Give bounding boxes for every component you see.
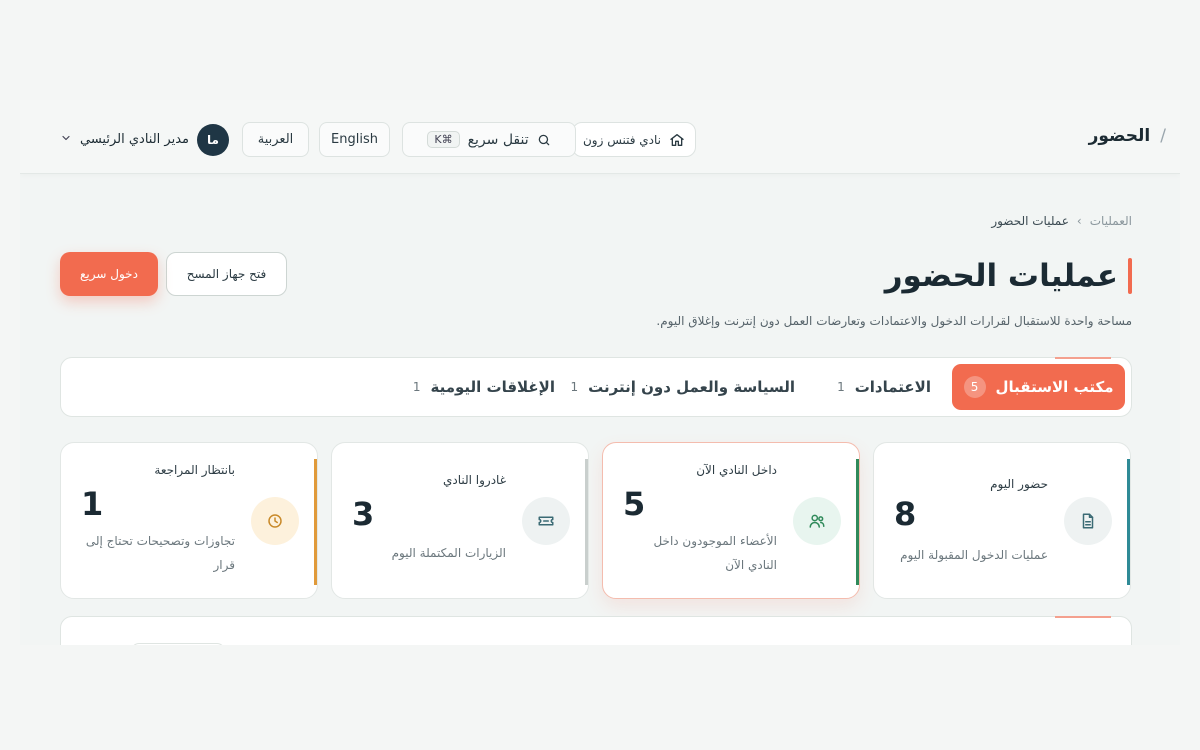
quick-entry-button[interactable]: دخول سريع bbox=[60, 252, 158, 296]
clock-icon bbox=[251, 497, 299, 545]
page-title: عمليات الحضور bbox=[885, 258, 1132, 294]
tab-label: الاعتمادات bbox=[854, 378, 931, 396]
app-frame: / الحضور نادي فتنس زون تنقل سريع ⌘K Engl… bbox=[20, 100, 1180, 645]
card-accent bbox=[585, 459, 588, 585]
quick-nav-search[interactable]: تنقل سريع ⌘K bbox=[402, 122, 576, 157]
tabs-bar: مكتب الاستقبال 5 الاعتمادات 1 السياسة وا… bbox=[60, 357, 1132, 417]
title-accent-bar bbox=[1128, 258, 1132, 294]
tab-label: الإغلاقات اليومية bbox=[430, 378, 555, 396]
stat-description: الأعضاء الموجودون داخل النادي الآن bbox=[653, 534, 777, 572]
tab-label: مكتب الاستقبال bbox=[995, 378, 1114, 396]
tab-count: 1 bbox=[837, 380, 845, 394]
user-name: مدير النادي الرئيسي bbox=[80, 132, 189, 147]
header-title-text: الحضور bbox=[1088, 126, 1151, 146]
page-subtitle: مساحة واحدة للاستقبال لقرارات الدخول وال… bbox=[656, 314, 1132, 328]
header-title: / الحضور bbox=[1089, 126, 1166, 146]
user-menu[interactable]: ما مدير النادي الرئيسي bbox=[60, 122, 229, 157]
stat-description: الزيارات المكتملة اليوم bbox=[391, 546, 506, 560]
stat-card-inside-now[interactable]: داخل النادي الآن 5 الأعضاء الموجودون داخ… bbox=[602, 442, 860, 599]
section-accent bbox=[1055, 616, 1111, 618]
stat-value: 5 bbox=[623, 485, 646, 523]
stat-label: حضور اليوم bbox=[990, 477, 1048, 491]
tab-count: 1 bbox=[570, 380, 579, 394]
club-switcher[interactable]: نادي فتنس زون bbox=[572, 122, 696, 157]
stat-card-left-club[interactable]: غادروا النادي 3 الزيارات المكتملة اليوم bbox=[331, 442, 589, 599]
next-section-card bbox=[60, 616, 1132, 645]
card-accent bbox=[1127, 459, 1130, 585]
stat-label: غادروا النادي bbox=[442, 473, 506, 487]
title-separator: / bbox=[1160, 126, 1166, 146]
stat-label: بانتظار المراجعة bbox=[154, 463, 235, 477]
breadcrumb-root[interactable]: العمليات bbox=[1090, 214, 1132, 228]
open-scanner-button[interactable]: فتح جهاز المسح bbox=[166, 252, 287, 296]
tabs-accent bbox=[1055, 357, 1111, 359]
home-icon bbox=[670, 133, 684, 146]
tab-count: 5 bbox=[963, 376, 986, 398]
avatar: ما bbox=[196, 123, 229, 156]
ticket-icon bbox=[522, 497, 570, 545]
club-name: نادي فتنس زون bbox=[582, 132, 662, 147]
breadcrumb-current: عمليات الحضور bbox=[991, 214, 1069, 228]
users-icon bbox=[793, 497, 841, 545]
search-label: تنقل سريع bbox=[467, 131, 529, 148]
stat-card-pending-review[interactable]: بانتظار المراجعة 1 تجاوزات وتصحيحات تحتا… bbox=[60, 442, 318, 599]
shortcut-badge: ⌘K bbox=[427, 131, 460, 148]
tab-label: السياسة والعمل دون إنترنت bbox=[588, 378, 795, 396]
tab-approvals[interactable]: الاعتمادات 1 bbox=[837, 364, 931, 410]
tab-count: 1 bbox=[412, 380, 421, 394]
page-title-text: عمليات الحضور bbox=[884, 258, 1118, 294]
breadcrumb: العمليات › عمليات الحضور bbox=[991, 214, 1132, 228]
tab-front-desk[interactable]: مكتب الاستقبال 5 bbox=[952, 364, 1125, 410]
card-accent bbox=[314, 459, 317, 585]
stat-value: 3 bbox=[352, 495, 375, 533]
top-header: / الحضور نادي فتنس زون تنقل سريع ⌘K Engl… bbox=[20, 100, 1180, 174]
card-accent bbox=[856, 459, 859, 585]
stat-description: عمليات الدخول المقبولة اليوم bbox=[900, 548, 1048, 562]
stat-label: داخل النادي الآن bbox=[696, 463, 777, 477]
search-icon bbox=[538, 134, 549, 145]
stat-value: 8 bbox=[894, 495, 917, 533]
stat-description: تجاوزات وتصحيحات تحتاج إلى قرار bbox=[85, 534, 235, 572]
stat-value: 1 bbox=[81, 485, 104, 523]
tab-policy-offline[interactable]: السياسة والعمل دون إنترنت 1 bbox=[570, 364, 795, 410]
breadcrumb-separator: › bbox=[1076, 214, 1082, 228]
tab-daily-closures[interactable]: الإغلاقات اليومية 1 bbox=[413, 364, 555, 410]
chevron-down-icon bbox=[60, 132, 72, 147]
lang-arabic-button[interactable]: العربية bbox=[242, 122, 309, 157]
stat-card-today-attendance[interactable]: حضور اليوم 8 عمليات الدخول المقبولة اليو… bbox=[873, 442, 1131, 599]
section-action-chip[interactable] bbox=[131, 643, 225, 645]
document-icon bbox=[1064, 497, 1112, 545]
lang-english-button[interactable]: English bbox=[319, 122, 390, 157]
